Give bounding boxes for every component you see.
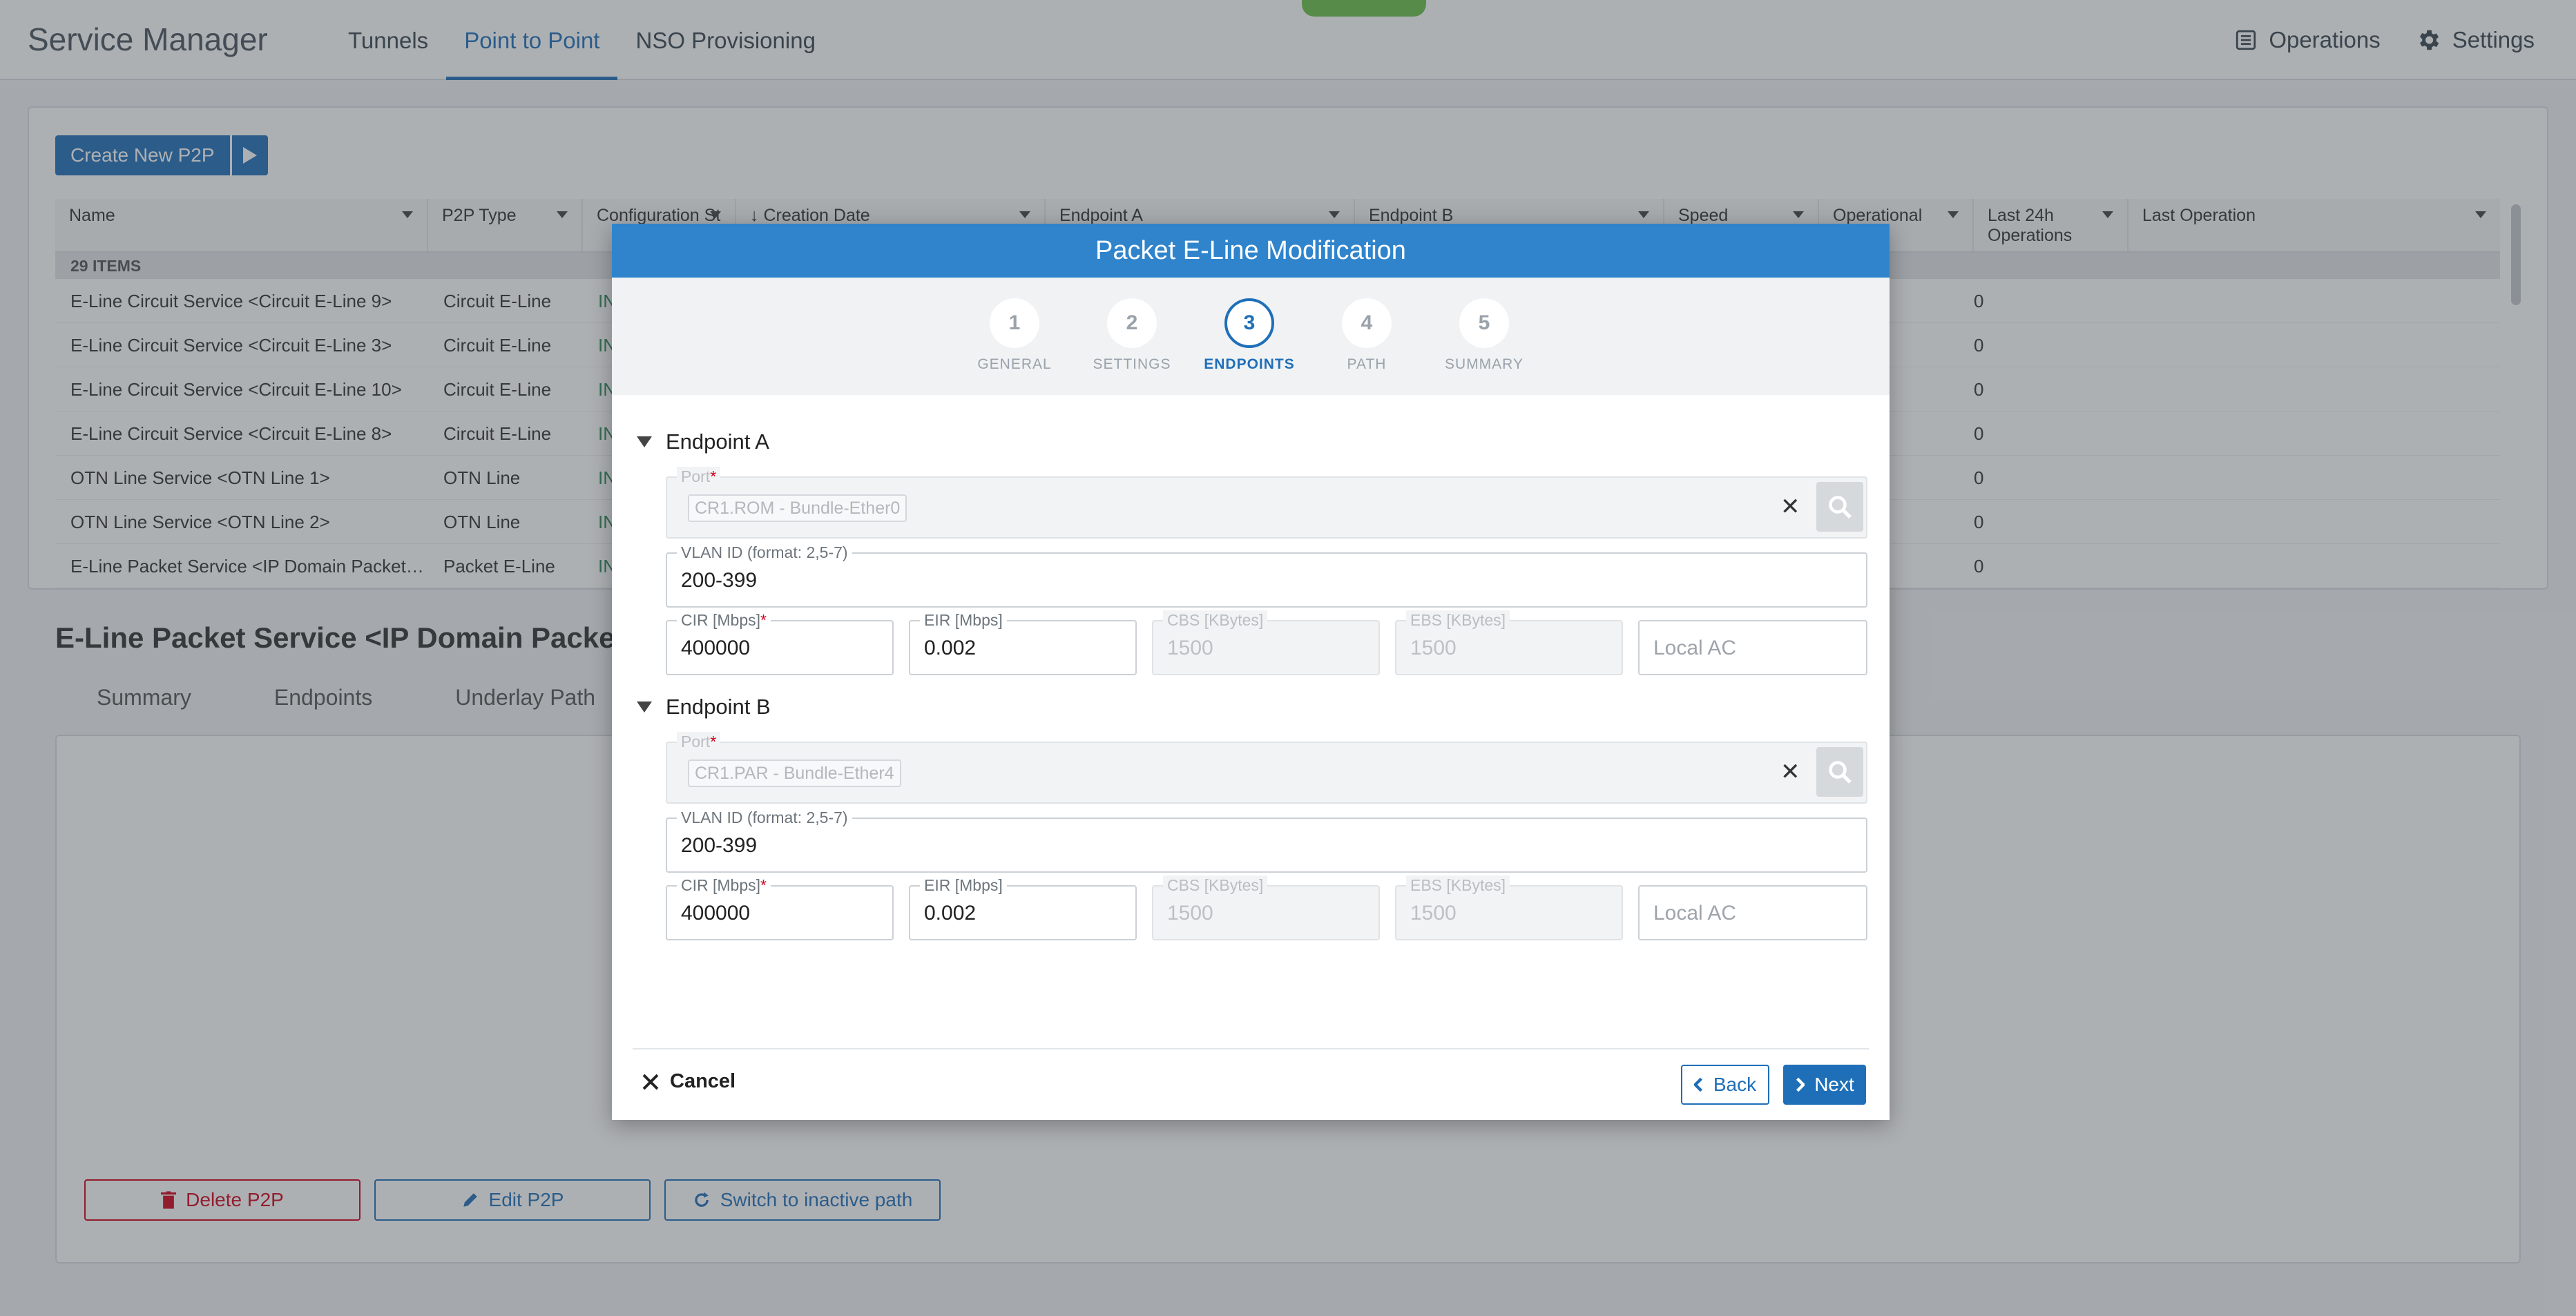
endpoint-b-toggle[interactable]: Endpoint B [637, 693, 1865, 721]
step-label: PATH [1347, 356, 1387, 372]
vlan-value: 200-399 [681, 834, 758, 857]
local-ac-placeholder: Local AC [1653, 902, 1737, 925]
collapse-triangle-icon [637, 436, 652, 447]
step-number: 1 [990, 298, 1039, 348]
endpoint-a-local-ac-field[interactable]: Local AC [1638, 620, 1867, 675]
step-settings[interactable]: 2 SETTINGS [1080, 298, 1184, 373]
clear-icon[interactable]: ✕ [1780, 758, 1800, 786]
eir-label: EIR [Mbps] [920, 610, 1007, 630]
step-summary[interactable]: 5 SUMMARY [1432, 298, 1536, 373]
endpoint-b-port-field[interactable]: Port* CR1.PAR - Bundle-Ether4 ✕ [666, 732, 1867, 804]
back-button[interactable]: Back [1681, 1065, 1769, 1105]
endpoint-b-ebs-field: EBS [KBytes] 1500 [1395, 875, 1623, 940]
step-number: 5 [1459, 298, 1509, 348]
port-search-button[interactable] [1816, 482, 1863, 532]
cancel-label: Cancel [670, 1070, 736, 1092]
cbs-label: CBS [KBytes] [1163, 610, 1268, 630]
endpoint-a-vlan-field[interactable]: VLAN ID (format: 2,5-7) 200-399 [666, 543, 1867, 608]
next-button[interactable]: Next [1783, 1065, 1866, 1105]
endpoint-a-cbs-field: CBS [KBytes] 1500 [1152, 610, 1380, 675]
endpoint-a-port-field[interactable]: Port* CR1.ROM - Bundle-Ether0 ✕ [666, 467, 1867, 539]
endpoint-a-ebs-field: EBS [KBytes] 1500 [1395, 610, 1623, 675]
local-ac-placeholder: Local AC [1653, 637, 1737, 659]
step-number: 2 [1107, 298, 1157, 348]
port-label: Port [681, 733, 711, 751]
endpoint-b-cir-field[interactable]: CIR [Mbps]* 400000 [666, 875, 894, 940]
chevron-left-icon [1693, 1077, 1702, 1092]
eir-value: 0.002 [924, 637, 977, 659]
wizard-stepper: 1 GENERAL 2 SETTINGS 3 ENDPOINTS 4 PATH … [612, 278, 1890, 395]
next-label: Next [1814, 1074, 1854, 1095]
step-label: ENDPOINTS [1204, 356, 1295, 372]
endpoint-b-local-ac-field[interactable]: Local AC [1638, 885, 1867, 940]
cir-value: 400000 [681, 637, 751, 659]
vlan-value: 200-399 [681, 569, 758, 592]
search-icon [1829, 761, 1852, 784]
packet-eline-modification-dialog: Packet E-Line Modification 1 GENERAL 2 S… [612, 224, 1890, 1120]
endpoint-b-title: Endpoint B [666, 695, 771, 719]
step-label: SUMMARY [1445, 356, 1524, 372]
cbs-value: 1500 [1167, 902, 1213, 925]
cbs-label: CBS [KBytes] [1163, 875, 1268, 895]
cir-value: 400000 [681, 902, 751, 925]
close-icon [642, 1074, 659, 1090]
step-endpoints[interactable]: 3 ENDPOINTS [1198, 298, 1301, 373]
vlan-label: VLAN ID (format: 2,5-7) [677, 543, 852, 562]
endpoint-a-toggle[interactable]: Endpoint A [637, 428, 1865, 456]
cir-label: CIR [Mbps] [681, 611, 761, 629]
port-label: Port [681, 467, 711, 485]
eir-value: 0.002 [924, 902, 977, 925]
cancel-button[interactable]: Cancel [642, 1070, 736, 1093]
endpoint-a-title: Endpoint A [666, 429, 769, 454]
endpoint-a-cir-field[interactable]: CIR [Mbps]* 400000 [666, 610, 894, 675]
vlan-label: VLAN ID (format: 2,5-7) [677, 808, 852, 827]
ebs-label: EBS [KBytes] [1406, 875, 1510, 895]
step-label: SETTINGS [1093, 356, 1171, 372]
endpoint-a-eir-field[interactable]: EIR [Mbps] 0.002 [909, 610, 1137, 675]
modal-title: Packet E-Line Modification [612, 224, 1890, 278]
eir-label: EIR [Mbps] [920, 875, 1007, 895]
step-number: 4 [1342, 298, 1392, 348]
endpoint-b-section: Endpoint B Port* CR1.PAR - Bundle-Ether4… [637, 693, 1867, 942]
chevron-right-icon [1796, 1077, 1805, 1092]
back-label: Back [1713, 1074, 1757, 1095]
ebs-value: 1500 [1410, 637, 1457, 659]
port-search-button[interactable] [1816, 747, 1863, 797]
step-number: 3 [1224, 298, 1274, 348]
collapse-triangle-icon [637, 701, 652, 713]
cir-label: CIR [Mbps] [681, 876, 761, 894]
port-chip: CR1.PAR - Bundle-Ether4 [688, 759, 901, 787]
modal-footer-divider [633, 1048, 1869, 1049]
endpoint-a-section: Endpoint A Port* CR1.ROM - Bundle-Ether0… [637, 428, 1867, 677]
clear-icon[interactable]: ✕ [1780, 493, 1800, 521]
step-label: GENERAL [977, 356, 1052, 372]
step-general[interactable]: 1 GENERAL [963, 298, 1066, 373]
ebs-label: EBS [KBytes] [1406, 610, 1510, 630]
endpoint-b-vlan-field[interactable]: VLAN ID (format: 2,5-7) 200-399 [666, 808, 1867, 873]
port-chip: CR1.ROM - Bundle-Ether0 [688, 494, 907, 522]
endpoint-b-cbs-field: CBS [KBytes] 1500 [1152, 875, 1380, 940]
cbs-value: 1500 [1167, 637, 1213, 659]
ebs-value: 1500 [1410, 902, 1457, 925]
step-path[interactable]: 4 PATH [1315, 298, 1419, 373]
search-icon [1829, 496, 1852, 519]
endpoint-b-eir-field[interactable]: EIR [Mbps] 0.002 [909, 875, 1137, 940]
